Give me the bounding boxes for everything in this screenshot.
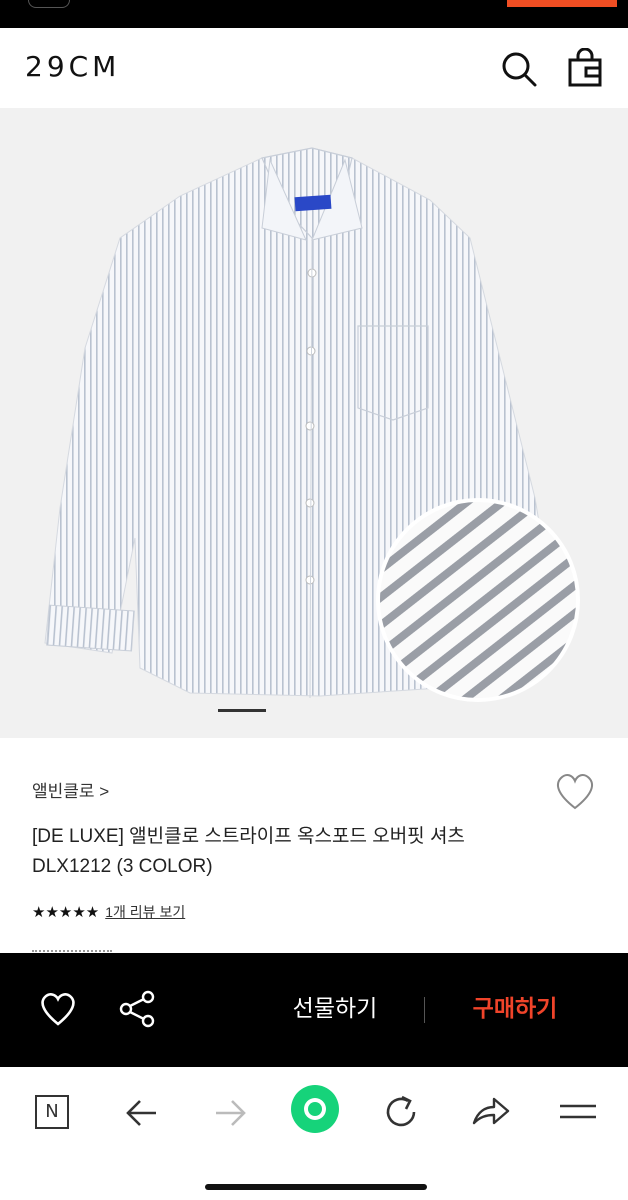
share-arrow-icon[interactable] [468,1091,512,1133]
brand-link[interactable]: 앨빈클로 > [32,777,109,802]
forward-arrow-icon[interactable] [210,1093,250,1133]
status-indicator [28,0,70,8]
logo[interactable]: 29CM [25,50,120,83]
home-indicator [205,1184,427,1190]
product-title: [DE LUXE] 앨빈클로 스트라이프 옥스포드 오버핏 셔츠 DLX1212… [32,826,465,877]
header: 29CM [0,28,628,108]
search-icon[interactable] [500,50,538,88]
reload-icon[interactable] [380,1091,422,1133]
product-image-gallery[interactable] [0,108,628,738]
rating-row: ★★★★★ 1개 리뷰 보기 [32,902,185,922]
gift-button[interactable]: 선물하기 [270,991,400,1027]
shopping-bag-icon[interactable] [566,48,604,88]
buy-button[interactable]: 구매하기 [450,991,580,1027]
browser-toolbar: N [0,1067,628,1200]
slide-indicator [218,709,266,712]
status-bar [0,0,628,28]
n-icon[interactable]: N [35,1095,69,1129]
star-rating: ★★★★★ [32,903,100,921]
status-accent [507,0,617,7]
heart-icon[interactable] [38,991,78,1027]
review-link[interactable]: 1개 리뷰 보기 [105,902,185,922]
home-icon[interactable] [291,1085,339,1133]
heart-icon[interactable] [553,772,597,812]
divider [424,997,425,1023]
back-arrow-icon[interactable] [122,1093,162,1133]
menu-icon[interactable] [558,1097,598,1127]
share-icon[interactable] [118,989,156,1029]
purchase-action-bar: 선물하기 구매하기 [0,953,628,1067]
product-image [44,147,580,702]
